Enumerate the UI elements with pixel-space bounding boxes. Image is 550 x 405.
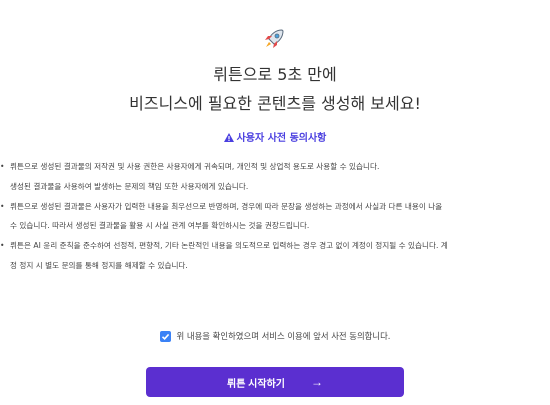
list-item: 정 정지 시 별도 문의를 통해 정지를 해제할 수 있습니다. — [10, 260, 188, 270]
warning-icon — [223, 133, 234, 142]
check-icon — [161, 333, 169, 340]
headline-line-1: 뤼튼으로 5초 만에 — [213, 65, 337, 84]
list-item: • 뤼튼으로 생성된 결과물의 저작권 및 사용 권한은 사용자에게 귀속되며, … — [0, 162, 380, 171]
start-button-label: 뤼튼 시작하기 — [227, 378, 285, 390]
list-item: 수 있습니다. 따라서 생성된 결과물을 활용 시 사실 관계 여부를 확인하시… — [10, 221, 310, 231]
list-item: • 뤼튼은 AI 윤리 준칙을 준수하여 선정적, 편향적, 기타 논란적인 내용… — [0, 241, 448, 251]
list-item: 생성된 결과물을 사용하여 발생하는 문제의 책임 또한 사용자에게 있습니다. — [10, 181, 249, 191]
agree-label: 위 내용을 확인하였으며 서비스 이용에 앞서 사전 동의합니다. — [176, 331, 391, 341]
list-item: • 뤼튼으로 생성된 결과물은 사용자가 입력한 내용을 최우선으로 반영하며, … — [0, 201, 443, 211]
rocket-icon — [265, 29, 284, 48]
agree-row[interactable]: 위 내용을 확인하였으며 서비스 이용에 앞서 사전 동의합니다. — [0, 330, 550, 342]
headline-line-2: 비즈니스에 필요한 콘텐츠를 생성해 보세요! — [129, 94, 421, 113]
consent-title-text: 사용자 사전 동의사항 — [236, 133, 327, 144]
agree-checkbox[interactable] — [159, 330, 171, 342]
consent-page: 뤼튼으로 5초 만에 비즈니스에 필요한 콘텐츠를 생성해 보세요! 사용자 사… — [0, 0, 550, 405]
start-button[interactable]: 뤼튼 시작하기 → — [146, 367, 404, 397]
consent-terms-list: • 뤼튼으로 생성된 결과물의 저작권 및 사용 권한은 사용자에게 귀속되며, … — [0, 157, 550, 276]
consent-title: 사용자 사전 동의사항 — [0, 129, 550, 144]
arrow-right-icon: → — [310, 375, 323, 389]
